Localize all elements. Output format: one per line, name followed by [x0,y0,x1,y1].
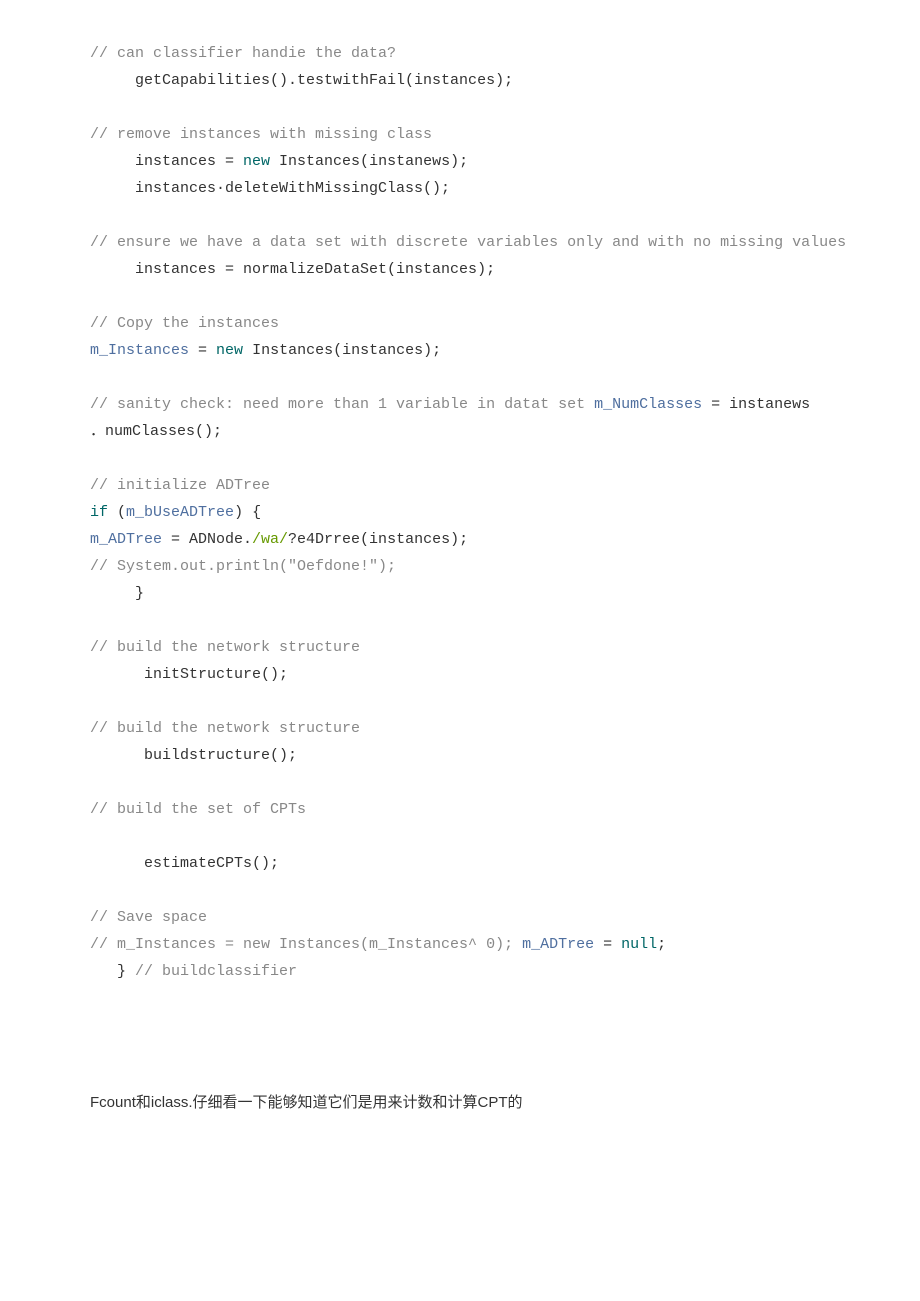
keyword: new [216,342,243,359]
code-text [513,936,522,953]
comment-line: // System.out.println("Oefdone!"); [90,558,396,575]
comment-line: // Save space [90,909,207,926]
operator: /wa/ [252,531,288,548]
code-line: } [90,585,144,602]
code-line: estimateCPTs(); [90,855,279,872]
comment-line: // ensure we have a data set with discre… [90,234,846,251]
code-text: Instances(instances); [243,342,441,359]
code-line: instances = normalizeDataSet(instances); [90,261,495,278]
code-text: = [189,342,216,359]
code-text: } [90,963,135,980]
code-text: ?e4Drree(instances); [288,531,468,548]
code-text: ) { [234,504,261,521]
code-line: instances = [90,153,243,170]
comment-line: // build the set of CPTs [90,801,306,818]
prose-paragraph: Fcount和iclass.仔细看一下能够知道它们是用来计数和计算CPT的 [90,1090,830,1116]
comment-line: // can classifier handie the data? [90,45,396,62]
code-block: // can classifier handie the data? getCa… [90,40,830,985]
code-line: buildstructure(); [90,747,297,764]
comment-line: // initialize ADTree [90,477,270,494]
comment-line: // buildclassifier [135,963,297,980]
code-line: instances·deleteWithMissingClass(); [90,180,450,197]
keyword: new [243,153,270,170]
comment-line: // m_Instances = new Instances(m_Instanc… [90,936,513,953]
code-text: ; [657,936,666,953]
code-text: = ADNode. [162,531,252,548]
comment-line: // Copy the instances [90,315,279,332]
code-text: ．numClasses(); [90,423,222,440]
variable: m_bUseADTree [126,504,234,521]
code-line: getCapabilities().testwithFail(instances… [90,72,513,89]
comment-line: // build the network structure [90,639,360,656]
code-text: = [594,936,621,953]
variable: m_ADTree [90,531,162,548]
comment-line: // build the network structure [90,720,360,737]
variable: m_Instances [90,342,189,359]
comment-line: // sanity check: need more than 1 variab… [90,396,594,413]
null-literal: null [621,936,657,953]
code-text: Instances(instanews); [270,153,468,170]
code-text: = instanews [702,396,810,413]
code-line: initStructure(); [90,666,288,683]
code-text: ( [108,504,126,521]
variable: m_NumClasses [594,396,702,413]
keyword: if [90,504,108,521]
variable: m_ADTree [522,936,594,953]
comment-line: // remove instances with missing class [90,126,432,143]
